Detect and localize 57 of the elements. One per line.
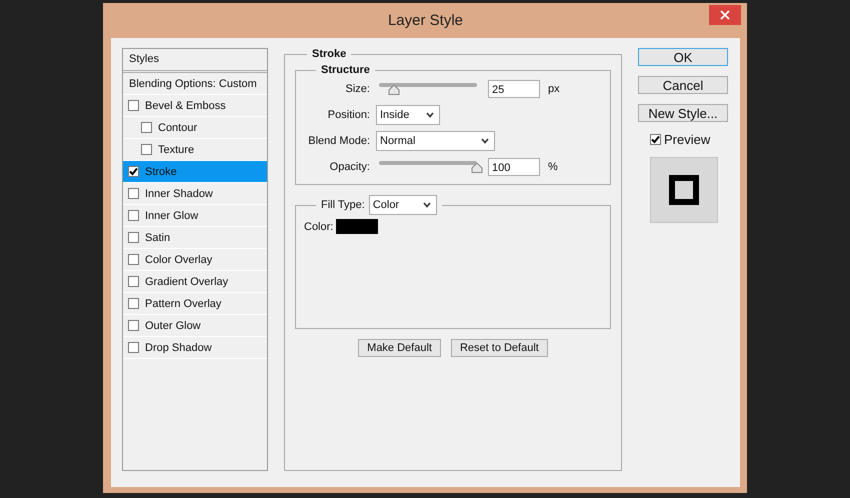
style-list-item[interactable]: Contour — [123, 117, 267, 139]
style-list-item[interactable]: Pattern Overlay — [123, 293, 267, 315]
style-list-item[interactable]: Drop Shadow — [123, 337, 267, 359]
field-label: Position: — [326, 109, 370, 121]
panel-button[interactable]: Reset to Default — [450, 339, 548, 357]
chevron-down-icon — [422, 202, 431, 208]
checkbox[interactable] — [128, 320, 139, 331]
checkbox[interactable] — [128, 276, 139, 287]
style-list-item[interactable]: Outer Glow — [123, 315, 267, 337]
styles-header: Styles — [123, 49, 267, 73]
size-input[interactable]: 25 — [488, 80, 540, 98]
style-list-item[interactable]: Inner Glow — [123, 205, 267, 227]
dialog-button[interactable]: OK — [638, 48, 728, 66]
checkbox[interactable] — [128, 298, 139, 309]
checkbox[interactable] — [128, 100, 139, 111]
window-title: Layer Style — [388, 12, 464, 29]
checkbox[interactable] — [141, 144, 152, 155]
checkbox[interactable] — [128, 210, 139, 221]
preview-thumbnail — [650, 157, 718, 223]
field-label: Blend Mode: — [307, 135, 370, 147]
checkbox[interactable] — [128, 254, 139, 265]
field-label: Size: — [344, 83, 370, 95]
checkbox[interactable] — [128, 342, 139, 353]
unit-label: % — [548, 161, 558, 173]
style-list-item[interactable]: Blending Options: Custom — [123, 73, 267, 95]
unit-label: px — [548, 83, 560, 95]
style-list-item[interactable]: Inner Shadow — [123, 183, 267, 205]
field-label: Opacity: — [328, 161, 370, 173]
checkbox[interactable] — [141, 122, 152, 133]
style-list-item[interactable]: Bevel & Emboss — [123, 95, 267, 117]
style-list-item[interactable]: Color Overlay — [123, 249, 267, 271]
fill-type-dropdown[interactable]: Color — [368, 195, 437, 215]
close-button[interactable] — [709, 5, 741, 25]
style-list-item[interactable]: Gradient Overlay — [123, 271, 267, 293]
chevron-down-icon — [426, 112, 434, 118]
opacity-input[interactable]: 100 — [488, 158, 540, 176]
close-icon — [720, 10, 730, 20]
checkbox-label: Preview — [664, 132, 710, 147]
dialog-button[interactable]: New Style... — [638, 104, 728, 122]
panel-button[interactable]: Make Default — [358, 339, 441, 357]
field-label: Fill Type: — [321, 199, 365, 211]
style-list-item[interactable]: Stroke — [123, 161, 267, 183]
checkbox[interactable] — [650, 134, 661, 145]
slider-thumb[interactable] — [388, 85, 400, 95]
position-dropdown[interactable]: Inside — [376, 105, 440, 125]
checkbox[interactable] — [128, 188, 139, 199]
checkbox[interactable] — [128, 166, 139, 177]
style-list-item[interactable]: Satin — [123, 227, 267, 249]
color-swatch[interactable] — [336, 219, 378, 234]
checkbox[interactable] — [128, 232, 139, 243]
field-label: Color: — [304, 220, 334, 232]
dialog-button[interactable]: Cancel — [638, 76, 728, 94]
chevron-down-icon — [481, 138, 489, 144]
panel-title: Stroke — [311, 48, 348, 60]
slider-thumb[interactable] — [471, 163, 483, 173]
group-title: Structure — [320, 64, 371, 76]
blend-mode-dropdown[interactable]: Normal — [376, 131, 495, 151]
